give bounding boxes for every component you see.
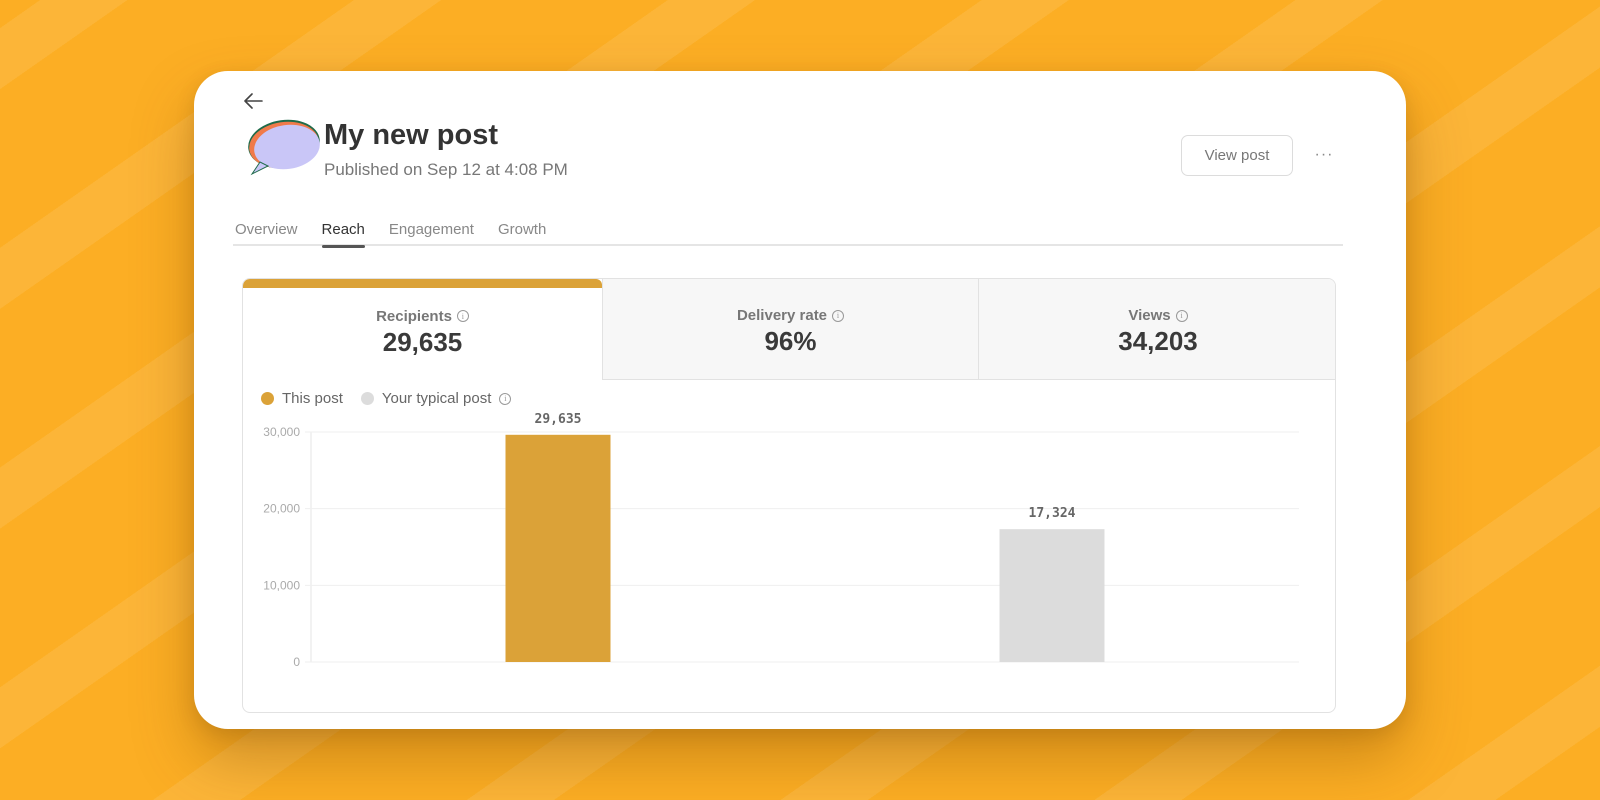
reach-bar-chart: 0 10,000 20,000 30,000 29,635 17,324 xyxy=(263,412,1299,669)
info-icon[interactable]: i xyxy=(456,310,469,322)
stats-panel: Recipients i 29,635 Delivery rate i 96% … xyxy=(242,278,1336,713)
info-icon[interactable]: i xyxy=(832,309,845,322)
y-tick-label: 20,000 xyxy=(263,502,300,516)
back-button[interactable] xyxy=(242,89,266,113)
stat-delivery-rate[interactable]: Delivery rate i 96% xyxy=(603,279,979,380)
chart-legend: This post Your typical post i xyxy=(261,390,512,407)
stat-value: 34,203 xyxy=(1118,326,1198,356)
legend-this-post: This post xyxy=(261,390,343,407)
legend-dot-icon xyxy=(360,392,374,405)
info-icon[interactable]: i xyxy=(1175,309,1188,322)
y-tick-label: 0 xyxy=(293,655,300,669)
stat-value: 29,635 xyxy=(382,326,463,357)
stat-label: Recipients xyxy=(376,307,452,325)
stat-label: Delivery rate xyxy=(736,307,828,324)
tab-bar: Overview Reach Engagement Growth xyxy=(233,212,1343,248)
arrow-left-icon xyxy=(244,93,263,109)
more-options-icon[interactable]: ··· xyxy=(1312,145,1336,165)
legend-typical-post: Your typical post i xyxy=(360,390,512,407)
stat-views[interactable]: Views i 34,203 xyxy=(979,279,1335,380)
legend-dot-icon xyxy=(261,392,274,405)
y-tick-label: 10,000 xyxy=(263,578,300,592)
view-post-button[interactable]: View post xyxy=(1181,135,1293,176)
y-tick-label: 30,000 xyxy=(263,425,300,439)
bar-this-post xyxy=(505,434,611,662)
legend-label: Your typical post xyxy=(381,390,492,407)
legend-label: This post xyxy=(282,390,343,407)
bar-value-label: 29,635 xyxy=(535,412,582,427)
tab-engagement[interactable]: Engagement xyxy=(381,212,482,246)
speech-bubble-logo-icon xyxy=(244,118,322,178)
stat-label: Views xyxy=(1128,307,1171,324)
tab-reach[interactable]: Reach xyxy=(314,212,373,248)
page-title: My new post xyxy=(324,119,499,151)
stat-recipients[interactable]: Recipients i 29,635 xyxy=(243,279,603,380)
bar-value-label: 17,324 xyxy=(1029,506,1076,521)
publish-date: Published on Sep 12 at 4:08 PM xyxy=(324,160,568,179)
info-icon[interactable]: i xyxy=(499,392,512,405)
tab-growth[interactable]: Growth xyxy=(490,212,554,246)
tab-overview[interactable]: Overview xyxy=(233,212,306,246)
stat-value: 96% xyxy=(764,326,817,356)
bar-typical-post xyxy=(999,529,1105,662)
post-analytics-card: My new post Published on Sep 12 at 4:08 … xyxy=(194,71,1406,729)
